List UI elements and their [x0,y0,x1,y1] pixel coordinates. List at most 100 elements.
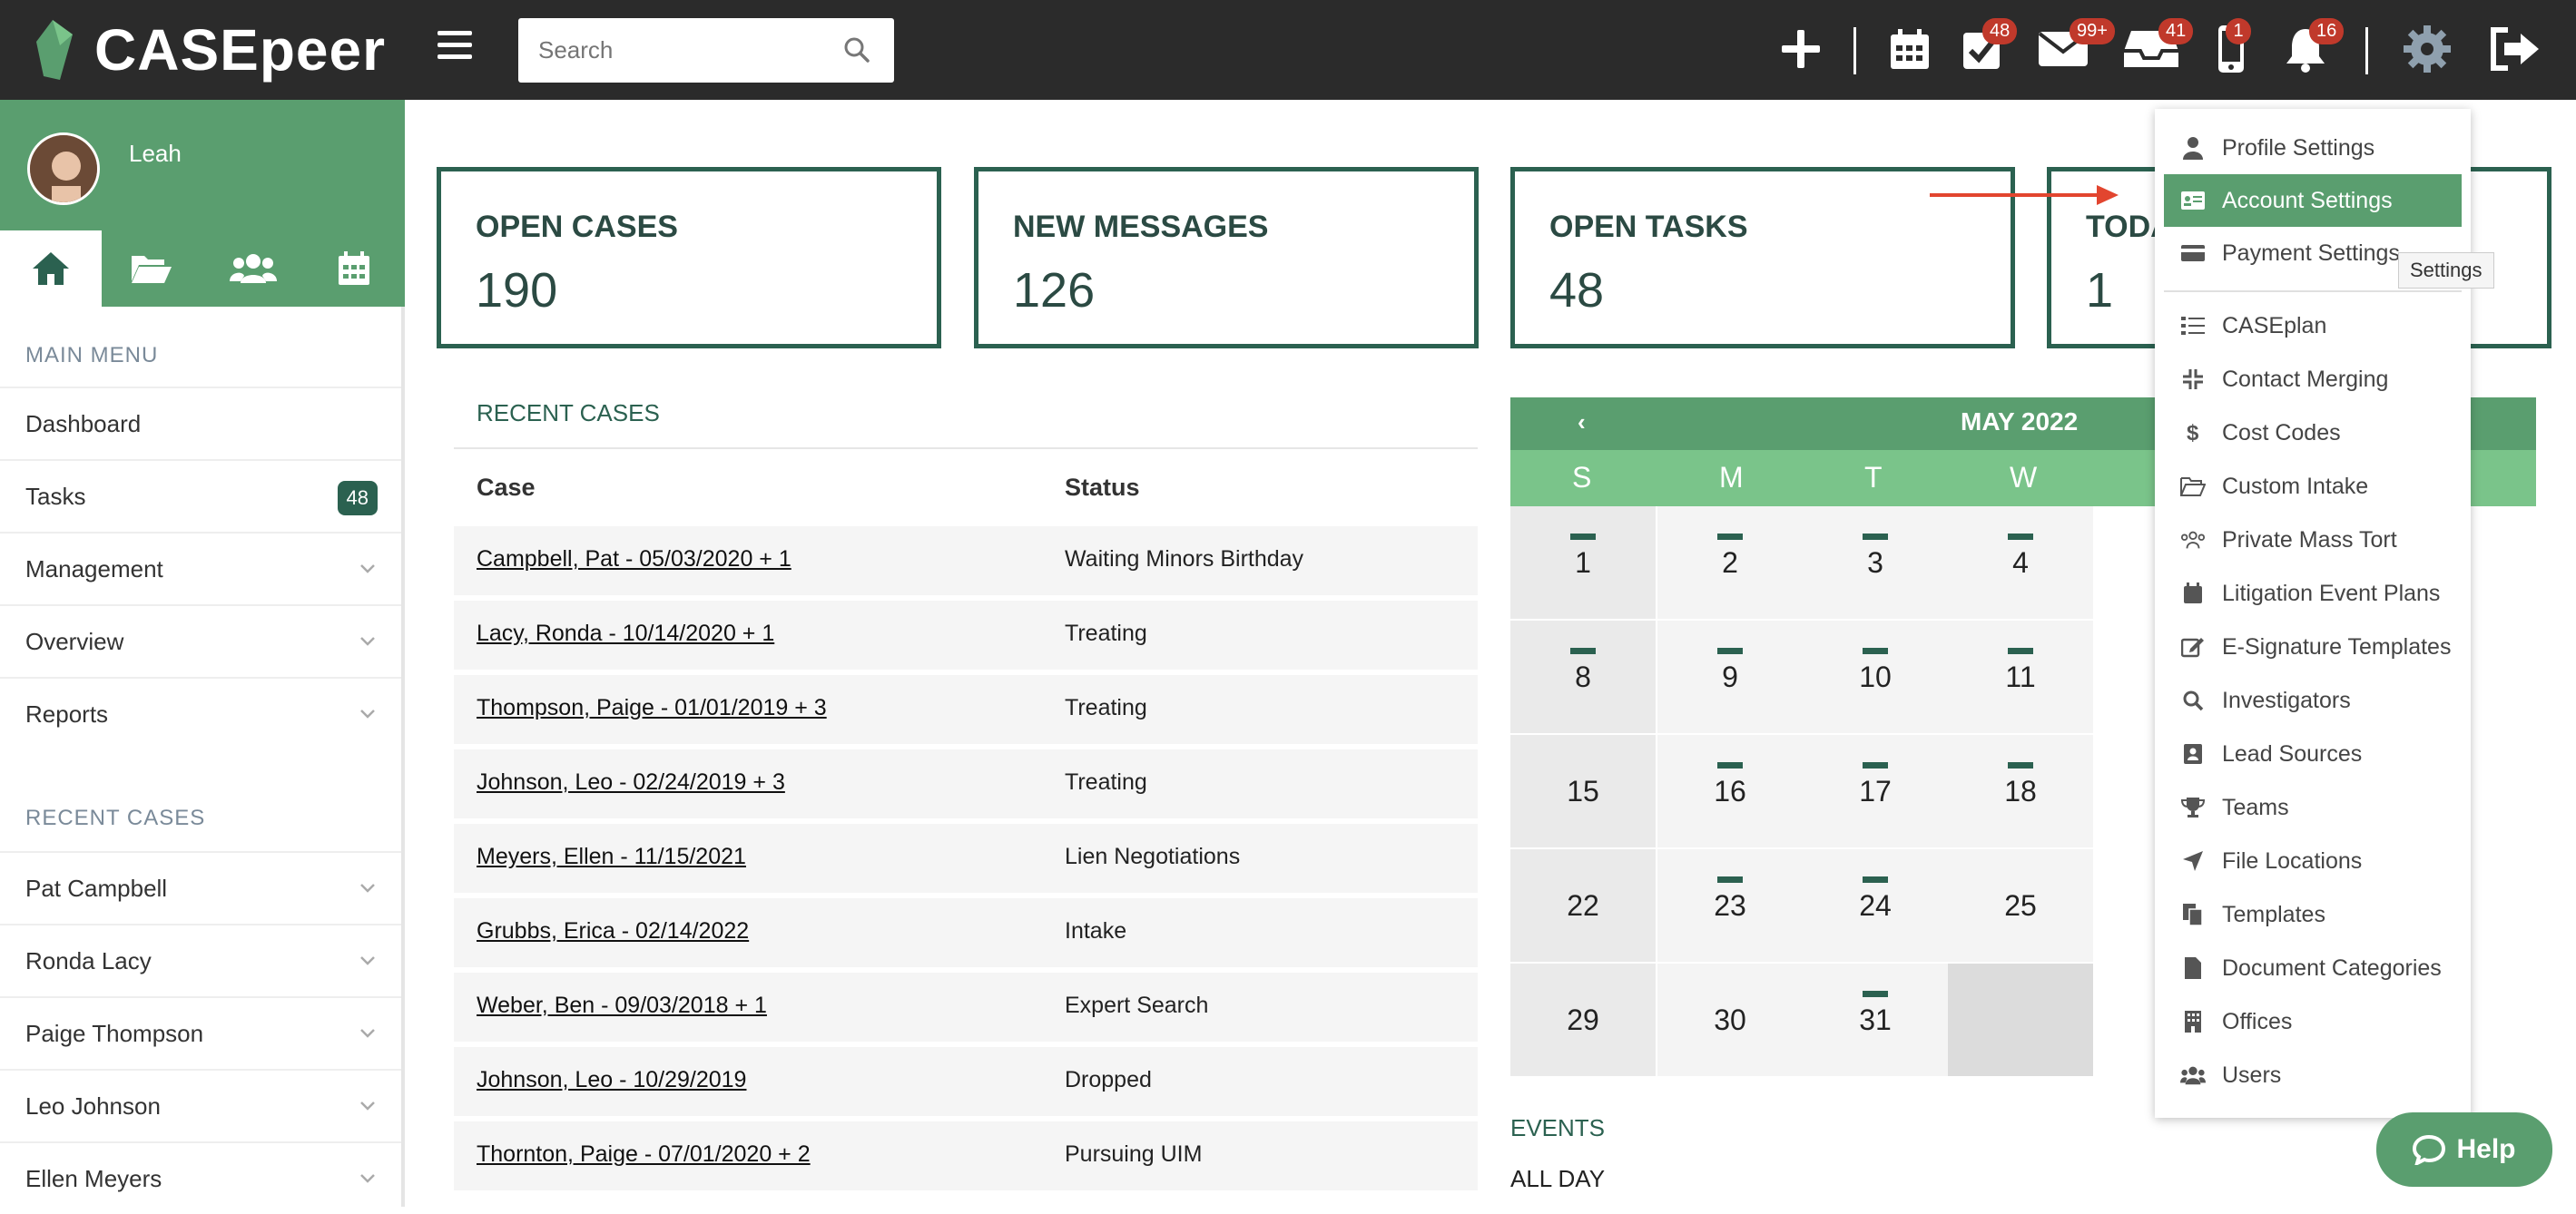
cases-tab[interactable] [102,230,203,307]
calendar-day[interactable]: 30 [1657,964,1803,1076]
recent-case-item[interactable]: Ellen Meyers [0,1141,401,1214]
calendar-day[interactable]: 10 [1803,621,1948,733]
case-link[interactable]: Lacy, Ronda - 10/14/2020 + 1 [477,621,774,647]
home-tab[interactable] [0,230,102,307]
menu-item-cost-codes[interactable]: $ Cost Codes [2164,406,2462,459]
events-heading: EVENTS [1510,1114,1606,1141]
sidebar-item-overview[interactable]: Overview [0,604,401,677]
calendar-day[interactable]: 31 [1803,964,1948,1076]
menu-item-private-mass-tort[interactable]: Private Mass Tort [2164,514,2462,566]
add-icon[interactable] [1777,22,1824,76]
calendar-day[interactable]: 1 [1510,506,1656,619]
menu-item-investigators[interactable]: Investigators [2164,674,2462,727]
menu-item-label: Payment Settings [2222,240,2400,266]
case-link[interactable]: Grubbs, Erica - 02/14/2022 [477,918,749,945]
calendar-day[interactable]: 29 [1510,964,1656,1076]
contacts-tab[interactable] [202,230,304,307]
case-link[interactable]: Meyers, Ellen - 11/15/2021 [477,844,746,870]
case-link[interactable]: Thompson, Paige - 01/01/2019 + 3 [477,695,827,721]
sidebar-item-management[interactable]: Management [0,532,401,604]
recent-case-item[interactable]: Leo Johnson [0,1069,401,1141]
casepeer-logo[interactable]: CASEpeer [33,13,386,87]
calendar-day[interactable]: 16 [1657,735,1803,847]
search-input[interactable] [518,18,818,83]
menu-item-lead-sources[interactable]: Lead Sources [2164,728,2462,780]
event-indicator [1570,648,1596,654]
sidebar-item-tasks[interactable]: Tasks 48 [0,459,401,532]
inbox-icon[interactable]: 41 [2122,18,2194,76]
calendar-day[interactable]: 24 [1803,849,1948,962]
calendar-day[interactable]: 25 [1948,849,2093,962]
tasks-icon[interactable]: 48 [1961,18,2018,76]
new-messages-card[interactable]: NEW MESSAGES 126 [974,167,1479,348]
menu-item-label: Contact Merging [2222,366,2389,392]
calendar-icon[interactable] [1888,22,1932,76]
sidebar-item-label: Overview [25,627,124,655]
menu-item-label: Offices [2222,1008,2293,1034]
search-icon[interactable] [843,36,870,64]
recent-case-item[interactable]: Ronda Lacy [0,924,401,996]
recent-cases-title: RECENT CASES [25,806,206,830]
calendar-day[interactable]: 23 [1657,849,1803,962]
calendar-day[interactable]: 22 [1510,849,1656,962]
menu-toggle-icon[interactable] [438,31,472,59]
tasks-badge: 48 [1982,18,2018,44]
calendar-day[interactable]: 2 [1657,506,1803,619]
gear-icon[interactable] [2401,22,2453,76]
home-icon [32,252,69,285]
help-button[interactable]: Help [2376,1112,2552,1187]
calendar-day[interactable]: 4 [1948,506,2093,619]
case-link[interactable]: Johnson, Leo - 02/24/2019 + 3 [477,769,785,796]
calendar-day[interactable]: 17 [1803,735,1948,847]
menu-item-teams[interactable]: Teams [2164,781,2462,834]
phone-icon[interactable]: 1 [2215,18,2251,76]
calendar-day[interactable]: 3 [1803,506,1948,619]
recent-case-item[interactable]: Pat Campbell [0,851,401,924]
case-link[interactable]: Thornton, Paige - 07/01/2020 + 2 [477,1141,811,1168]
menu-item-file-locations[interactable]: File Locations [2164,835,2462,887]
recent-case-item[interactable]: Paige Thompson [0,996,401,1069]
menu-item-offices[interactable]: Offices [2164,995,2462,1048]
calendar-tab[interactable] [304,230,406,307]
menu-item-account-settings[interactable]: Account Settings [2164,174,2462,227]
logout-icon[interactable] [2487,22,2543,76]
notifications-bell-icon[interactable]: 16 [2282,18,2345,76]
menu-item-users[interactable]: Users [2164,1049,2462,1101]
menu-item-custom-intake[interactable]: Custom Intake [2164,460,2462,513]
case-link[interactable]: Campbell, Pat - 05/03/2020 + 1 [477,546,791,573]
calendar-day[interactable]: 9 [1657,621,1803,733]
menu-item-templates[interactable]: Templates [2164,888,2462,941]
menu-item-e-signature-templates[interactable]: E-Signature Templates [2164,621,2462,673]
avatar[interactable] [27,132,100,205]
open-cases-card[interactable]: OPEN CASES 190 [437,167,941,348]
calendar-day[interactable]: 18 [1948,735,2093,847]
day-number: 9 [1722,661,1738,693]
calendar-icon [2180,581,2206,606]
menu-item-label: CASEplan [2222,312,2327,338]
edit-icon [2180,634,2206,660]
address-book-icon [2180,741,2206,767]
calendar-prev-button[interactable]: ‹ [1578,408,1586,436]
case-status: Treating [1065,695,1147,720]
calendar-day[interactable]: 11 [1948,621,2093,733]
menu-item-label: Profile Settings [2222,134,2375,161]
event-indicator [2008,648,2033,654]
case-link[interactable]: Johnson, Leo - 10/29/2019 [477,1067,746,1093]
sidebar-item-label: Dashboard [25,409,142,437]
calendar-day[interactable]: 15 [1510,735,1656,847]
menu-item-contact-merging[interactable]: Contact Merging [2164,353,2462,406]
case-link[interactable]: Weber, Ben - 09/03/2018 + 1 [477,993,767,1019]
menu-item-label: Cost Codes [2222,419,2341,445]
menu-item-profile-settings[interactable]: Profile Settings [2164,122,2462,174]
case-status: Intake [1065,918,1127,944]
id-card-icon [2180,188,2206,213]
mail-icon[interactable]: 99+ [2037,18,2115,76]
menu-item-litigation-event-plans[interactable]: Litigation Event Plans [2164,567,2462,620]
sidebar-item-reports[interactable]: Reports [0,677,401,749]
calendar-day[interactable]: 8 [1510,621,1656,733]
table-row: Thornton, Paige - 07/01/2020 + 2 Pursuing… [454,1121,1478,1190]
menu-item-document-categories[interactable]: Document Categories [2164,942,2462,994]
notifications-badge: 16 [2309,18,2345,44]
menu-item-caseplan[interactable]: CASEplan [2164,299,2462,352]
sidebar-item-dashboard[interactable]: Dashboard [0,387,401,459]
